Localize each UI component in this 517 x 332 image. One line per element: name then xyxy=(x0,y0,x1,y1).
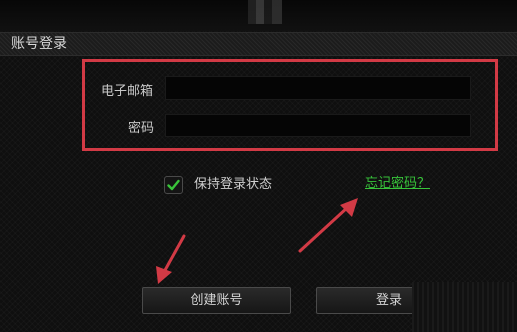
remember-login-checkbox[interactable] xyxy=(164,176,183,194)
credentials-highlight-box xyxy=(82,59,498,151)
create-account-button[interactable]: 创建账号 xyxy=(142,287,291,314)
checkmark-icon xyxy=(167,179,180,191)
arrow-to-forgot-icon xyxy=(298,198,358,253)
forgot-password-link[interactable]: 忘记密码？ xyxy=(365,176,430,192)
email-label: 电子邮箱 xyxy=(101,84,153,99)
arrow-to-create-icon xyxy=(156,234,186,284)
password-field[interactable] xyxy=(165,114,471,137)
login-screen: 账号登录 电子邮箱 密码 保持登录状态 忘记密码？ 创建账号 登录 xyxy=(0,0,517,332)
email-field[interactable] xyxy=(165,76,471,100)
remember-login-label: 保持登录状态 xyxy=(194,177,273,192)
password-label: 密码 xyxy=(127,121,154,136)
title-bar: 账号登录 xyxy=(0,32,517,56)
window-title: 账号登录 xyxy=(11,36,67,52)
pixelated-region xyxy=(248,0,282,24)
watermark-noise xyxy=(412,282,517,332)
